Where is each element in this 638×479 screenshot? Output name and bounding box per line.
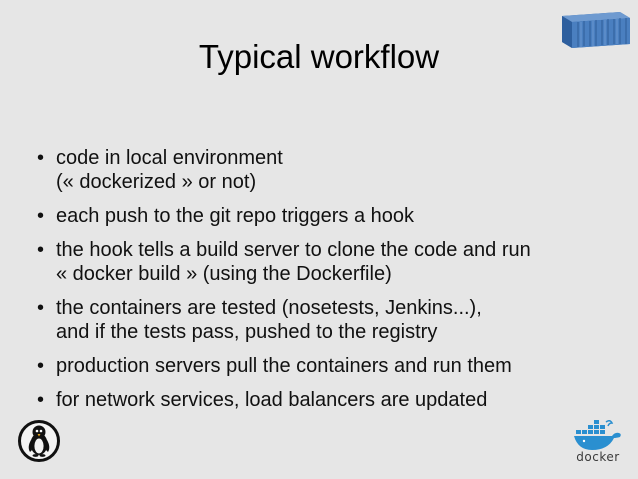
bullet-text: code in local environment (56, 147, 283, 169)
bullet-item: • the hook tells a build server to clone… (36, 238, 616, 286)
bullet-dot: • (37, 297, 45, 319)
bullet-text: production servers pull the containers a… (56, 355, 512, 377)
bullet-text: (« dockerized » or not) (56, 171, 257, 193)
bullet-text: for network services, load balancers are… (56, 389, 488, 411)
bullet-item: • code in local environment (« dockerize… (36, 146, 616, 194)
docker-whale-icon (574, 419, 621, 450)
bullet-dot: • (37, 355, 45, 377)
bullet-text: « docker build » (using the Dockerfile) (56, 263, 392, 285)
bullet-item: • production servers pull the containers… (36, 354, 616, 378)
bullet-item: • for network services, load balancers a… (36, 388, 616, 412)
bullet-text: and if the tests pass, pushed to the reg… (56, 321, 438, 343)
docker-whale-logo: docker (572, 419, 624, 466)
bullet-text: the hook tells a build server to clone t… (56, 239, 531, 261)
penguin-badge-icon (18, 420, 60, 462)
bullet-item: • the containers are tested (nosetests, … (36, 296, 616, 344)
bullet-dot: • (37, 389, 45, 411)
bullet-item: • each push to the git repo triggers a h… (36, 204, 616, 228)
bullet-text: each push to the git repo triggers a hoo… (56, 205, 415, 227)
slide-title: Typical workflow (198, 38, 440, 75)
docker-logo-text: docker (576, 450, 620, 464)
bullet-dot: • (37, 239, 45, 261)
slide: Typical workflow • code in local environ… (0, 0, 638, 479)
bullet-text: the containers are tested (nosetests, Je… (56, 297, 482, 319)
bullet-list: • code in local environment (« dockerize… (36, 146, 616, 422)
bullet-dot: • (37, 205, 45, 227)
bullet-dot: • (37, 147, 45, 169)
